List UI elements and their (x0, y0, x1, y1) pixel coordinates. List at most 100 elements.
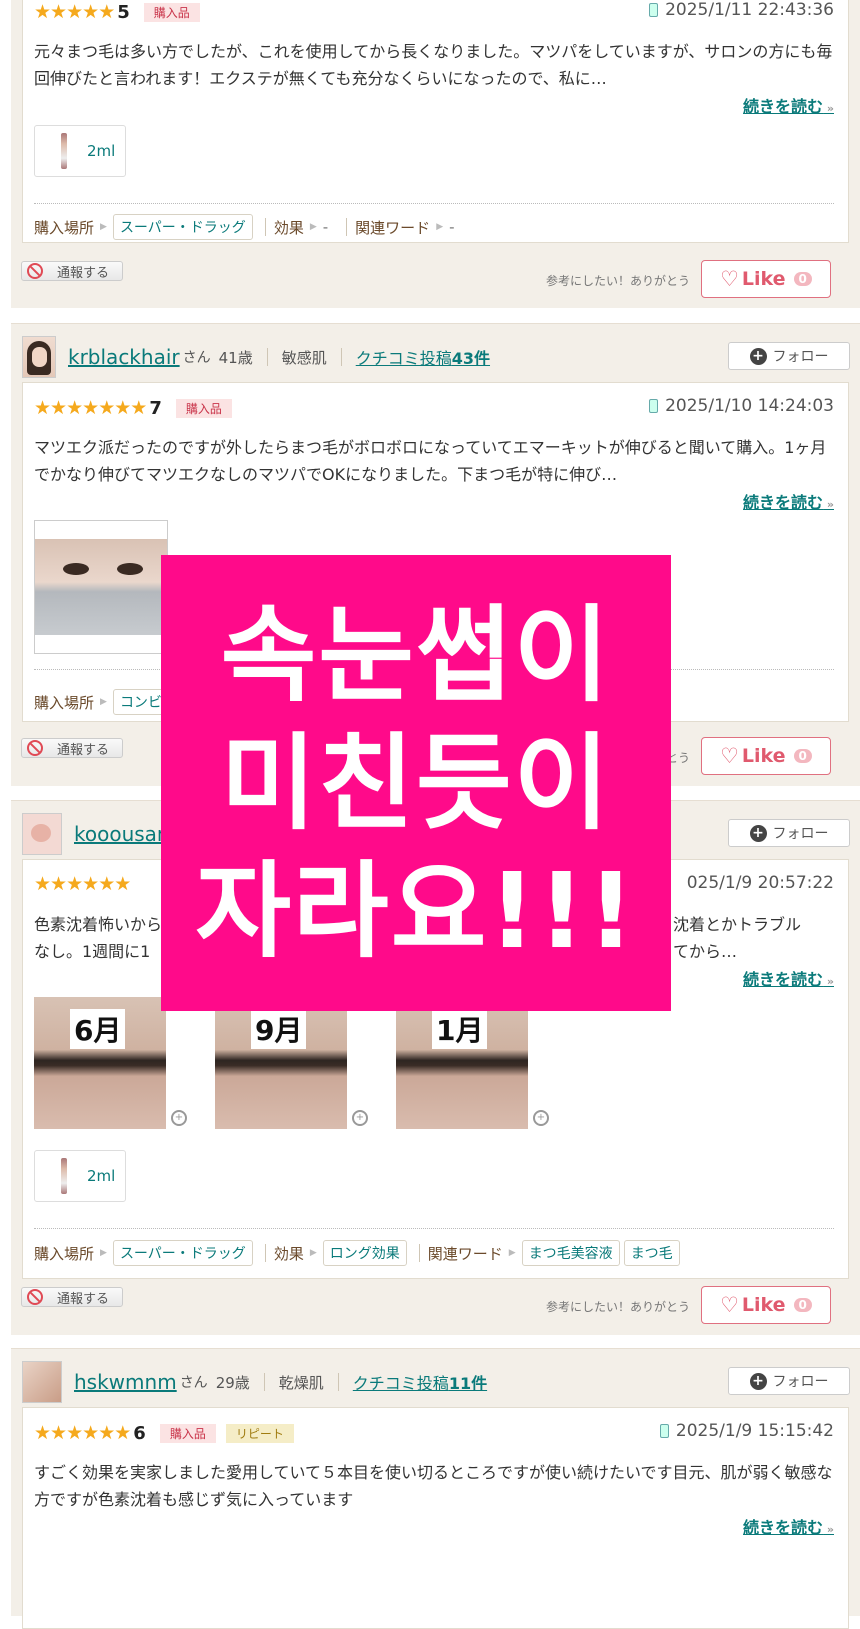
rating-stars: ★ ★ ★ ★ ★ ★ (34, 873, 131, 895)
like-count: 0 (793, 272, 812, 286)
report-button[interactable]: 通報する (21, 261, 123, 281)
review-photo[interactable]: 9月 (215, 997, 347, 1129)
purchased-badge: 購入品 (175, 399, 232, 418)
helpful-text: 参考にしたい！ありがとう (545, 1300, 690, 1314)
user-suffix: さん (179, 1375, 208, 1391)
prohibited-icon (27, 1289, 43, 1305)
follow-button[interactable]: + フォロー (728, 1367, 850, 1395)
product-tag[interactable]: 2ml (34, 125, 126, 177)
like-button[interactable]: ♡ Like 0 (701, 1286, 831, 1324)
like-button[interactable]: ♡ Like 0 (701, 260, 831, 298)
user-suffix: さん (182, 350, 211, 366)
like-label: Like (741, 1294, 786, 1316)
report-button[interactable]: 通報する (21, 1287, 123, 1307)
star-icon: ★ (66, 1, 84, 23)
star-icon: ★ (98, 873, 116, 895)
separator (340, 348, 342, 366)
rating-stars: ★ ★ ★ ★ ★ ★ 6 購入品 リピート (34, 1423, 294, 1444)
triangle-right-icon: ▶ (100, 1248, 107, 1258)
heart-icon: ♡ (720, 744, 739, 768)
user-avatar[interactable] (22, 1361, 62, 1403)
review-block: ★ ★ ★ ★ ★ 5 購入品 2025/1/11 22:43:36 元々まつ毛は多い方… (11, 0, 860, 308)
follow-button[interactable]: + フォロー (728, 342, 850, 370)
rating-score: 7 (149, 398, 162, 419)
photo-month-label: 6月 (70, 1009, 126, 1049)
overlay-line: 자라요!!! (195, 850, 637, 972)
purchase-place-chip[interactable]: スーパー・ドラッグ (112, 214, 253, 240)
plus-icon: + (749, 1372, 767, 1390)
like-button[interactable]: ♡ Like 0 (701, 737, 831, 775)
user-avatar[interactable] (22, 813, 62, 855)
like-count: 0 (793, 749, 812, 763)
effect-label: 効果 (273, 218, 304, 237)
review-photo[interactable]: 1月 (396, 997, 528, 1129)
username-link[interactable]: hskwmnm (74, 1370, 177, 1394)
report-label: 通報する (57, 742, 110, 758)
like-count: 0 (793, 1298, 812, 1312)
zoom-icon[interactable]: + (352, 1110, 368, 1126)
prohibited-icon (27, 263, 43, 279)
follow-button[interactable]: + フォロー (728, 819, 850, 847)
purchased-badge: 購入品 (159, 1424, 216, 1443)
rating-stars: ★ ★ ★ ★ ★ 5 購入品 (34, 2, 200, 23)
star-icon: ★ (82, 1422, 100, 1444)
username-link[interactable]: kooousan (74, 822, 170, 846)
product-tag[interactable]: 2ml (34, 1150, 126, 1202)
review-text-line: なし。1週間に1 (34, 942, 151, 961)
zoom-icon[interactable]: + (533, 1110, 549, 1126)
user-avatar[interactable] (22, 336, 56, 378)
separator (263, 1373, 265, 1391)
star-icon: ★ (98, 1422, 116, 1444)
read-more-link[interactable]: 続きを読む (743, 1514, 834, 1538)
star-icon: ★ (82, 1, 100, 23)
star-icon: ★ (66, 397, 84, 419)
product-tube-icon (61, 1158, 67, 1194)
review-text-right: 沈着とかトラブル てから… (673, 911, 843, 965)
divider (34, 203, 834, 204)
star-icon: ★ (114, 397, 132, 419)
star-icon: ★ (66, 873, 84, 895)
mobile-icon (659, 1424, 669, 1438)
related-words-value: - (449, 218, 455, 236)
review-text-line: 沈着とかトラブル (673, 915, 802, 934)
post-count-number: 11件 (448, 1374, 488, 1393)
report-button[interactable]: 通報する (21, 738, 123, 758)
rating-stars: ★ ★ ★ ★ ★ ★ ★ 7 購入品 (34, 398, 232, 419)
review-date-text: 2025/1/11 22:43:36 (665, 0, 834, 20)
read-more-link[interactable]: 続きを読む (743, 966, 834, 990)
review-photo[interactable] (34, 520, 168, 654)
related-word-chip[interactable]: まつ毛美容液 (521, 1240, 620, 1266)
read-more-link[interactable]: 続きを読む (743, 489, 834, 513)
triangle-right-icon: ▶ (309, 1248, 317, 1258)
related-word-chip[interactable]: まつ毛 (623, 1240, 680, 1266)
photo-month-label: 9月 (251, 1009, 307, 1049)
photo-month-label: 1月 (432, 1009, 488, 1049)
review-meta: 購入場所 ▶ スーパー・ドラッグ 効果 ▶ ロング効果 関連ワード ▶ まつ毛美… (34, 1240, 684, 1266)
follow-label: フォロー (772, 1374, 829, 1390)
star-icon: ★ (98, 397, 116, 419)
purchase-label: 購入場所 (34, 218, 95, 237)
post-count-link[interactable]: クチコミ投稿11件 (353, 1370, 487, 1394)
related-words-label: 関連ワード (427, 1244, 503, 1263)
read-more-link[interactable]: 続きを読む (743, 93, 834, 117)
review-text: すごく効果を実家しました愛用していて５本目を使い切るところですが使い続けたいです… (34, 1463, 833, 1509)
purchase-place-chip[interactable]: スーパー・ドラッグ (112, 1240, 253, 1266)
review-date: 025/1/9 20:57:22 (687, 873, 834, 893)
user-age: 29歳 (215, 1373, 250, 1392)
separator (264, 1244, 266, 1262)
review-date-text: 2025/1/10 14:24:03 (665, 396, 834, 416)
review-text-line: てから… (673, 942, 738, 961)
effect-chip[interactable]: ロング効果 (322, 1240, 407, 1266)
star-icon: ★ (50, 873, 68, 895)
username-link[interactable]: krblackhair (68, 345, 180, 369)
helpful-text: 参考にしたい！ありがとう (545, 274, 690, 288)
review-text: 元々まつ毛は多い方でしたが、これを使用してから長くなりました。マツパをしています… (34, 42, 833, 88)
zoom-icon[interactable]: + (171, 1110, 187, 1126)
post-count-link[interactable]: クチコミ投稿43件 (356, 345, 490, 369)
promo-overlay: 속눈썹이 미친듯이 자라요!!! (161, 555, 671, 1011)
separator (264, 218, 266, 236)
like-label: Like (741, 268, 786, 290)
review-photo[interactable]: 6月 (34, 997, 166, 1129)
triangle-right-icon: ▶ (309, 222, 317, 232)
skin-type: 乾燥肌 (278, 1373, 324, 1392)
